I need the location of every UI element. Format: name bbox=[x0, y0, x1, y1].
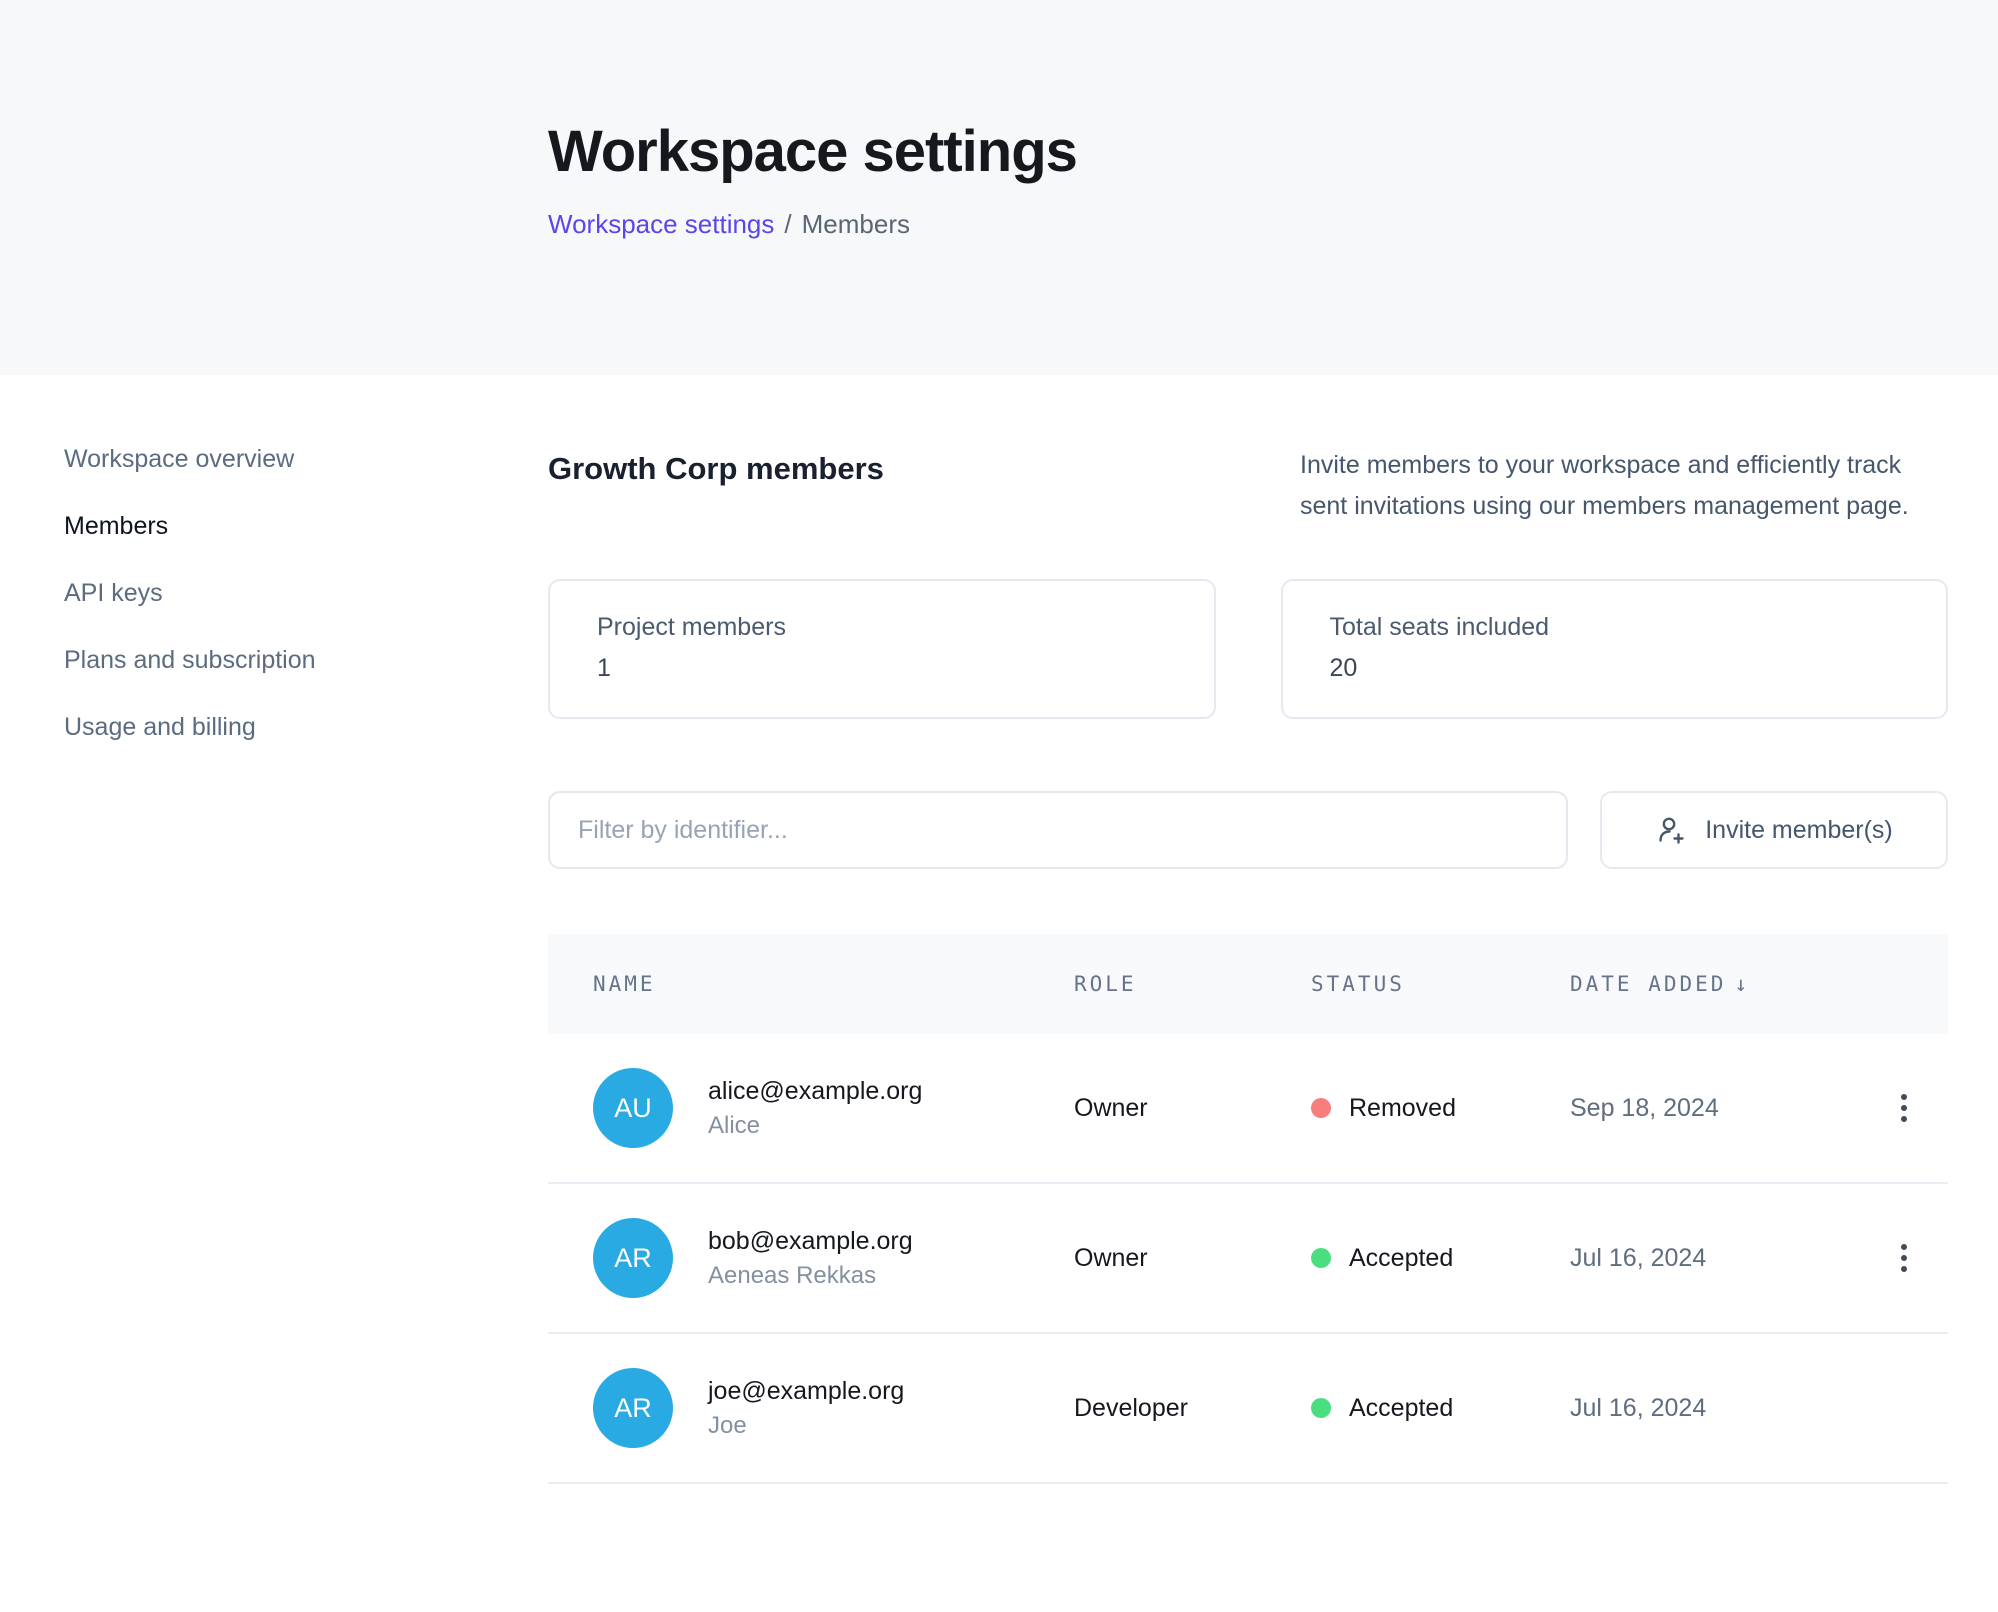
status-dot-removed bbox=[1311, 1098, 1331, 1118]
members-description: Invite members to your workspace and eff… bbox=[1300, 445, 1948, 527]
member-role: Developer bbox=[1074, 1394, 1311, 1423]
column-header-date-added[interactable]: DATE ADDED↓ bbox=[1570, 972, 1860, 996]
settings-sidebar: Workspace overview Members API keys Plan… bbox=[0, 375, 548, 1484]
breadcrumb-separator: / bbox=[784, 209, 791, 239]
filter-input[interactable] bbox=[548, 791, 1568, 869]
stat-card-total-seats: Total seats included 20 bbox=[1281, 579, 1949, 719]
member-status: Accepted bbox=[1311, 1244, 1570, 1273]
table-row: AU alice@example.org Alice Owner Removed… bbox=[548, 1034, 1948, 1184]
user-plus-icon bbox=[1655, 814, 1687, 846]
avatar: AU bbox=[593, 1068, 673, 1148]
table-row: AR bob@example.org Aeneas Rekkas Owner A… bbox=[548, 1184, 1948, 1334]
members-panel: Growth Corp members Invite members to yo… bbox=[548, 375, 1948, 1484]
sort-descending-icon: ↓ bbox=[1734, 972, 1747, 996]
sidebar-item-usage-and-billing[interactable]: Usage and billing bbox=[64, 713, 548, 742]
table-row: AR joe@example.org Joe Developer Accepte… bbox=[548, 1334, 1948, 1484]
member-email: joe@example.org bbox=[708, 1374, 904, 1408]
status-label: Removed bbox=[1349, 1094, 1456, 1123]
member-name: Alice bbox=[708, 1110, 922, 1142]
row-actions-menu-icon[interactable] bbox=[1891, 1084, 1917, 1132]
status-label: Accepted bbox=[1349, 1244, 1453, 1273]
content-area: Workspace overview Members API keys Plan… bbox=[0, 375, 1998, 1484]
member-name: Joe bbox=[708, 1410, 904, 1442]
sidebar-item-members[interactable]: Members bbox=[64, 512, 548, 541]
filter-row: Invite member(s) bbox=[548, 791, 1948, 869]
stat-value: 1 bbox=[597, 654, 1214, 683]
sidebar-item-workspace-overview[interactable]: Workspace overview bbox=[64, 445, 548, 474]
stat-label: Project members bbox=[597, 611, 1214, 643]
members-header: Growth Corp members Invite members to yo… bbox=[548, 445, 1948, 527]
member-email: alice@example.org bbox=[708, 1074, 922, 1108]
stats-row: Project members 1 Total seats included 2… bbox=[548, 579, 1948, 719]
page-title: Workspace settings bbox=[548, 0, 1998, 185]
breadcrumb: Workspace settings / Members bbox=[548, 209, 1998, 240]
column-header-name: NAME bbox=[593, 972, 1074, 996]
member-status: Removed bbox=[1311, 1094, 1570, 1123]
member-status: Accepted bbox=[1311, 1394, 1570, 1423]
member-name: Aeneas Rekkas bbox=[708, 1260, 913, 1292]
stat-card-project-members: Project members 1 bbox=[548, 579, 1216, 719]
stat-value: 20 bbox=[1330, 654, 1947, 683]
breadcrumb-link-workspace-settings[interactable]: Workspace settings bbox=[548, 209, 774, 239]
column-header-status: STATUS bbox=[1311, 972, 1570, 996]
avatar: AR bbox=[593, 1368, 673, 1448]
page-header: Workspace settings Workspace settings / Me… bbox=[0, 0, 1998, 375]
status-dot-accepted bbox=[1311, 1398, 1331, 1418]
column-header-role: ROLE bbox=[1074, 972, 1311, 996]
member-identity: AR joe@example.org Joe bbox=[593, 1368, 1074, 1448]
member-email: bob@example.org bbox=[708, 1224, 913, 1258]
member-date-added: Jul 16, 2024 bbox=[1570, 1244, 1860, 1273]
member-role: Owner bbox=[1074, 1244, 1311, 1273]
member-role: Owner bbox=[1074, 1094, 1311, 1123]
members-table: NAME ROLE STATUS DATE ADDED↓ AU alice@ex… bbox=[548, 934, 1948, 1484]
members-heading: Growth Corp members bbox=[548, 445, 884, 487]
sidebar-item-plans-and-subscription[interactable]: Plans and subscription bbox=[64, 646, 548, 675]
stat-label: Total seats included bbox=[1330, 611, 1947, 643]
member-identity: AR bob@example.org Aeneas Rekkas bbox=[593, 1218, 1074, 1298]
status-label: Accepted bbox=[1349, 1394, 1453, 1423]
breadcrumb-current: Members bbox=[802, 209, 910, 239]
member-date-added: Jul 16, 2024 bbox=[1570, 1394, 1860, 1423]
member-identity: AU alice@example.org Alice bbox=[593, 1068, 1074, 1148]
avatar: AR bbox=[593, 1218, 673, 1298]
invite-members-label: Invite member(s) bbox=[1705, 816, 1893, 845]
row-actions-menu-icon[interactable] bbox=[1891, 1234, 1917, 1282]
member-date-added: Sep 18, 2024 bbox=[1570, 1094, 1860, 1123]
invite-members-button[interactable]: Invite member(s) bbox=[1600, 791, 1948, 869]
status-dot-accepted bbox=[1311, 1248, 1331, 1268]
sidebar-item-api-keys[interactable]: API keys bbox=[64, 579, 548, 608]
table-header-row: NAME ROLE STATUS DATE ADDED↓ bbox=[548, 934, 1948, 1034]
